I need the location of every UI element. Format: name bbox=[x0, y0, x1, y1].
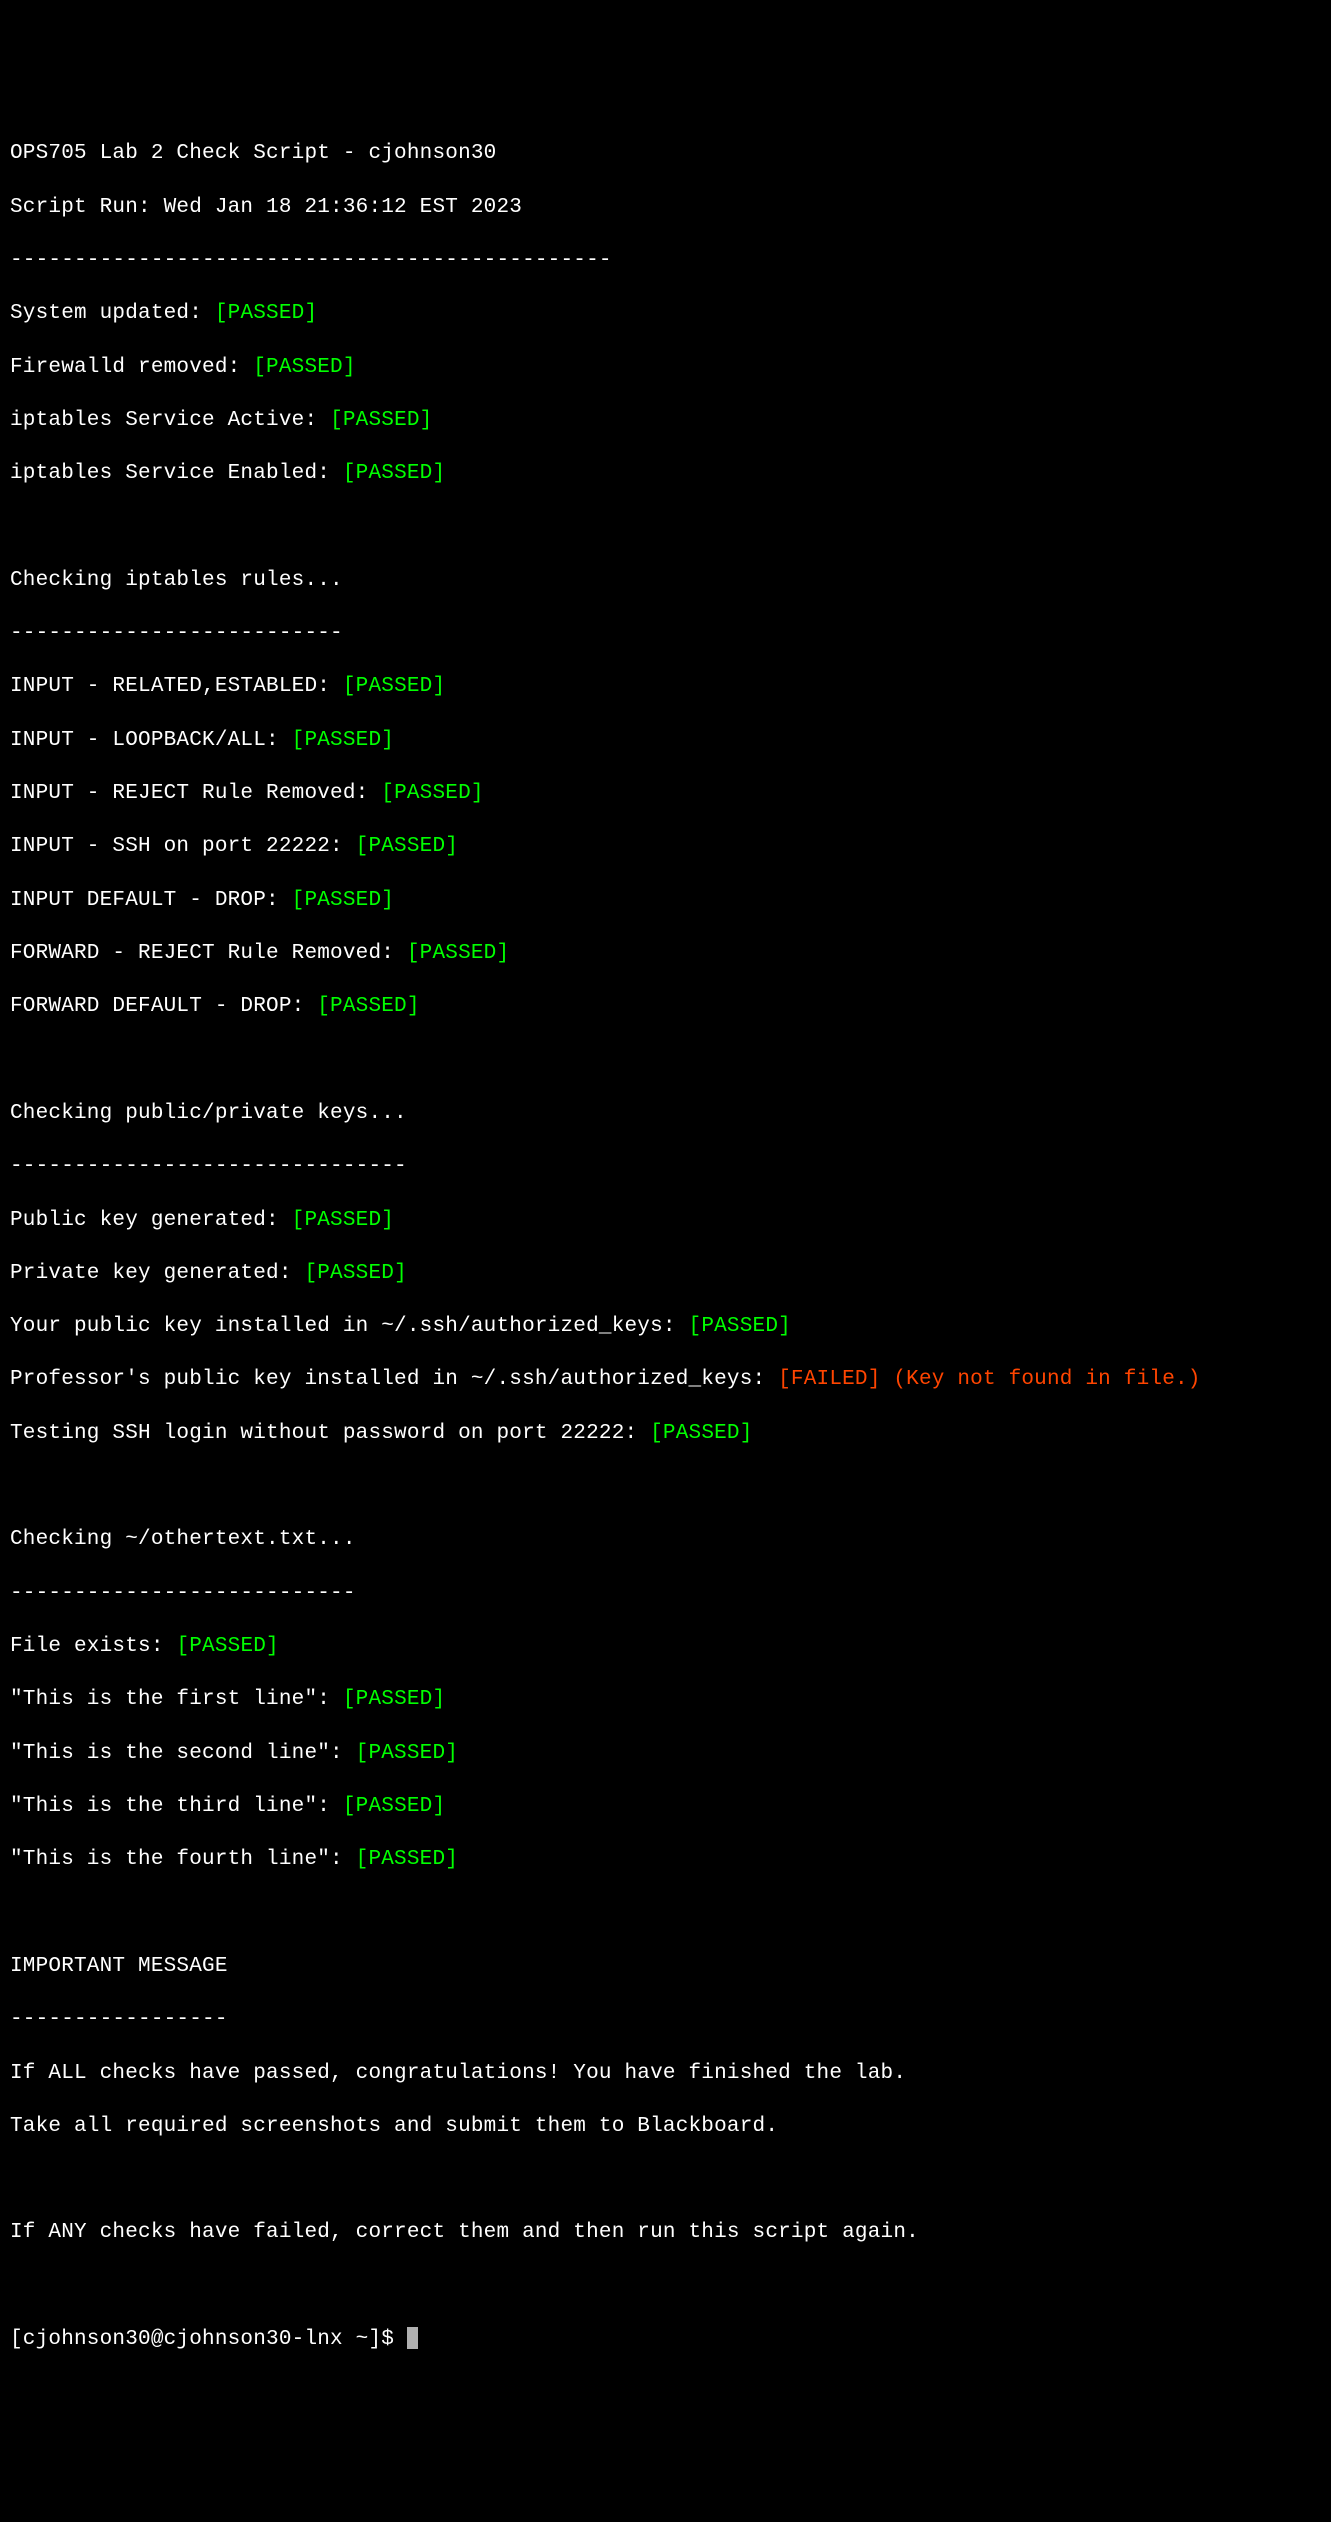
check-firewalld-removed: Firewalld removed: [PASSED] bbox=[10, 355, 1321, 382]
important-heading: IMPORTANT MESSAGE bbox=[10, 1954, 1321, 1981]
keys-heading: Checking public/private keys... bbox=[10, 1101, 1321, 1128]
othertext-divider: --------------------------- bbox=[10, 1581, 1321, 1608]
check-iptables-active: iptables Service Active: [PASSED] bbox=[10, 408, 1321, 435]
blank-line bbox=[10, 2167, 1321, 2194]
check-input-ssh: INPUT - SSH on port 22222: [PASSED] bbox=[10, 834, 1321, 861]
othertext-heading: Checking ~/othertext.txt... bbox=[10, 1527, 1321, 1554]
check-first-line: "This is the first line": [PASSED] bbox=[10, 1687, 1321, 1714]
keys-divider: ------------------------------- bbox=[10, 1154, 1321, 1181]
iptables-heading: Checking iptables rules... bbox=[10, 568, 1321, 595]
blank-line bbox=[10, 2274, 1321, 2301]
shell-prompt: [cjohnson30@cjohnson30-lnx ~]$ bbox=[10, 2328, 407, 2351]
check-input-reject: INPUT - REJECT Rule Removed: [PASSED] bbox=[10, 781, 1321, 808]
check-ssh-login: Testing SSH login without password on po… bbox=[10, 1421, 1321, 1448]
check-file-exists: File exists: [PASSED] bbox=[10, 1634, 1321, 1661]
check-professor-authkey: Professor's public key installed in ~/.s… bbox=[10, 1367, 1321, 1394]
script-run-time: Script Run: Wed Jan 18 21:36:12 EST 2023 bbox=[10, 195, 1321, 222]
iptables-divider: -------------------------- bbox=[10, 621, 1321, 648]
header-divider: ----------------------------------------… bbox=[10, 248, 1321, 275]
blank-line bbox=[10, 1474, 1321, 1501]
blank-line bbox=[10, 1048, 1321, 1075]
check-input-default: INPUT DEFAULT - DROP: [PASSED] bbox=[10, 888, 1321, 915]
message-submit: Take all required screenshots and submit… bbox=[10, 2114, 1321, 2141]
important-divider: ----------------- bbox=[10, 2007, 1321, 2034]
check-system-updated: System updated: [PASSED] bbox=[10, 301, 1321, 328]
check-fourth-line: "This is the fourth line": [PASSED] bbox=[10, 1847, 1321, 1874]
message-pass: If ALL checks have passed, congratulatio… bbox=[10, 2061, 1321, 2088]
check-private-key: Private key generated: [PASSED] bbox=[10, 1261, 1321, 1288]
check-user-authkey: Your public key installed in ~/.ssh/auth… bbox=[10, 1314, 1321, 1341]
blank-line bbox=[10, 514, 1321, 541]
check-public-key: Public key generated: [PASSED] bbox=[10, 1208, 1321, 1235]
check-input-related: INPUT - RELATED,ESTABLED: [PASSED] bbox=[10, 674, 1321, 701]
check-input-loopback: INPUT - LOOPBACK/ALL: [PASSED] bbox=[10, 728, 1321, 755]
check-third-line: "This is the third line": [PASSED] bbox=[10, 1794, 1321, 1821]
check-iptables-enabled: iptables Service Enabled: [PASSED] bbox=[10, 461, 1321, 488]
message-fail: If ANY checks have failed, correct them … bbox=[10, 2220, 1321, 2247]
check-forward-default: FORWARD DEFAULT - DROP: [PASSED] bbox=[10, 994, 1321, 1021]
check-second-line: "This is the second line": [PASSED] bbox=[10, 1741, 1321, 1768]
blank-line bbox=[10, 1901, 1321, 1928]
script-title: OPS705 Lab 2 Check Script - cjohnson30 bbox=[10, 141, 1321, 168]
terminal-output: OPS705 Lab 2 Check Script - cjohnson30 S… bbox=[10, 115, 1321, 2381]
check-forward-reject: FORWARD - REJECT Rule Removed: [PASSED] bbox=[10, 941, 1321, 968]
shell-prompt-line[interactable]: [cjohnson30@cjohnson30-lnx ~]$ bbox=[10, 2327, 1321, 2354]
cursor-icon bbox=[407, 2327, 418, 2349]
